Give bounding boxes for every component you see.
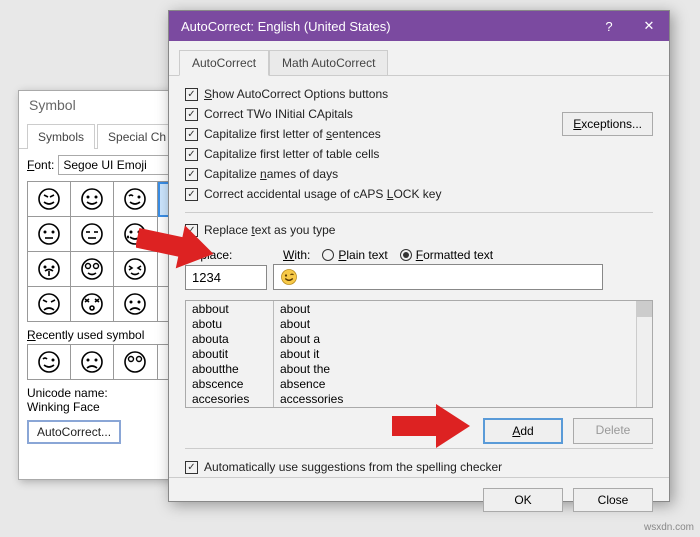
list-item[interactable]: accesories bbox=[186, 391, 273, 406]
checkbox-spelling-suggestions[interactable]: ✓ bbox=[185, 461, 198, 474]
emoji-cell[interactable] bbox=[71, 217, 114, 252]
emoji-cell[interactable] bbox=[114, 217, 157, 252]
emoji-cell[interactable] bbox=[71, 345, 114, 380]
list-item[interactable]: about bbox=[274, 301, 636, 316]
watermark: wsxdn.com bbox=[644, 522, 694, 533]
list-item[interactable]: abotu bbox=[186, 316, 273, 331]
list-item[interactable]: abscence bbox=[186, 376, 273, 391]
replace-label: Replace: bbox=[185, 248, 267, 262]
autocorrect-button[interactable]: AutoCorrect... bbox=[27, 420, 121, 444]
list-item[interactable]: aboutit bbox=[186, 346, 273, 361]
close-icon[interactable]: ✕ bbox=[629, 11, 669, 41]
emoji-cell[interactable] bbox=[114, 252, 157, 287]
unicode-name-label: Unicode name: bbox=[27, 386, 108, 400]
list-scrollbar[interactable] bbox=[636, 301, 652, 407]
exceptions-button[interactable]: Exceptions... bbox=[562, 112, 653, 136]
add-button[interactable]: Add bbox=[483, 418, 563, 444]
with-label: With: bbox=[283, 248, 310, 262]
autocorrect-list: abbout abotu abouta aboutit aboutthe abs… bbox=[185, 300, 653, 408]
checkbox-capslock[interactable]: ✓ bbox=[185, 188, 198, 201]
emoji-cell[interactable] bbox=[28, 182, 71, 217]
emoji-cell[interactable] bbox=[28, 217, 71, 252]
emoji-cell[interactable] bbox=[71, 287, 114, 322]
tab-special-characters[interactable]: Special Ch bbox=[97, 124, 177, 149]
delete-button: Delete bbox=[573, 418, 653, 444]
list-item[interactable]: about bbox=[274, 316, 636, 331]
list-item[interactable]: absence bbox=[274, 376, 636, 391]
label-capslock: Correct accidental usage of cAPS LOCK ke… bbox=[204, 187, 441, 201]
list-item[interactable]: about a bbox=[274, 331, 636, 346]
list-item[interactable]: abouta bbox=[186, 331, 273, 346]
tab-math-autocorrect[interactable]: Math AutoCorrect bbox=[269, 50, 388, 76]
list-with-column: about about about a about it about the a… bbox=[274, 301, 636, 407]
ok-button[interactable]: OK bbox=[483, 488, 563, 512]
label-formatted-text: Formatted text bbox=[416, 248, 493, 262]
emoji-cell[interactable] bbox=[71, 182, 114, 217]
font-label: Font: bbox=[27, 158, 54, 172]
label-two-initial: Correct TWo INitial CApitals bbox=[204, 107, 353, 121]
close-button[interactable]: Close bbox=[573, 488, 653, 512]
replace-input[interactable] bbox=[185, 265, 267, 290]
label-table-cells: Capitalize first letter of table cells bbox=[204, 147, 379, 161]
radio-plain-text[interactable] bbox=[322, 249, 334, 261]
dialog-title: AutoCorrect: English (United States) bbox=[181, 19, 391, 34]
emoji-cell[interactable] bbox=[114, 182, 157, 217]
tabs: AutoCorrect Math AutoCorrect bbox=[169, 41, 669, 76]
list-item[interactable]: about it bbox=[274, 346, 636, 361]
label-replace-type: Replace text as you type bbox=[204, 223, 335, 237]
radio-formatted-text[interactable] bbox=[400, 249, 412, 261]
list-replace-column: abbout abotu abouta aboutit aboutthe abs… bbox=[186, 301, 274, 407]
emoji-cell[interactable] bbox=[114, 287, 157, 322]
help-icon[interactable]: ? bbox=[589, 11, 629, 41]
emoji-cell[interactable] bbox=[114, 345, 157, 380]
checkbox-replace-type[interactable]: ✓ bbox=[185, 224, 198, 237]
tab-symbols[interactable]: Symbols bbox=[27, 124, 95, 149]
checkbox-two-initial[interactable]: ✓ bbox=[185, 108, 198, 121]
checkbox-days[interactable]: ✓ bbox=[185, 168, 198, 181]
with-input[interactable] bbox=[273, 264, 603, 290]
emoji-cell[interactable] bbox=[28, 252, 71, 287]
label-sentences: Capitalize first letter of sentences bbox=[204, 127, 381, 141]
titlebar: AutoCorrect: English (United States) ? ✕ bbox=[169, 11, 669, 41]
emoji-cell[interactable] bbox=[71, 252, 114, 287]
label-days: Capitalize names of days bbox=[204, 167, 338, 181]
label-spelling-suggestions: Automatically use suggestions from the s… bbox=[204, 460, 502, 474]
emoji-cell[interactable] bbox=[28, 287, 71, 322]
checkbox-table-cells[interactable]: ✓ bbox=[185, 148, 198, 161]
list-item[interactable]: aboutthe bbox=[186, 361, 273, 376]
checkbox-sentences[interactable]: ✓ bbox=[185, 128, 198, 141]
autocorrect-dialog: AutoCorrect: English (United States) ? ✕… bbox=[168, 10, 670, 502]
label-plain-text: Plain text bbox=[338, 248, 387, 262]
list-item[interactable]: abbout bbox=[186, 301, 273, 316]
label-show-options: Show AutoCorrect Options buttons bbox=[204, 87, 388, 101]
tab-autocorrect[interactable]: AutoCorrect bbox=[179, 50, 269, 76]
checkbox-show-options[interactable]: ✓ bbox=[185, 88, 198, 101]
emoji-cell[interactable] bbox=[28, 345, 71, 380]
list-item[interactable]: about the bbox=[274, 361, 636, 376]
list-item[interactable]: accessories bbox=[274, 391, 636, 406]
